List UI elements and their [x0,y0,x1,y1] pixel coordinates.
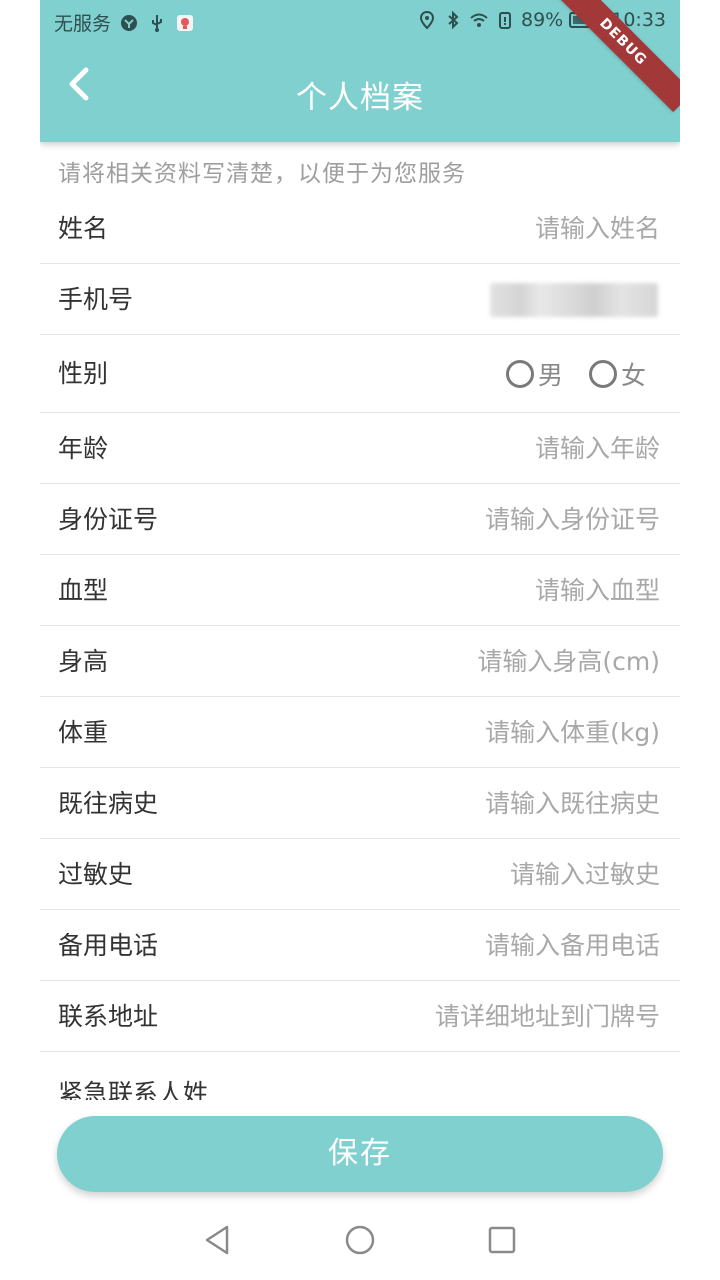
allergy-history-input[interactable] [300,852,660,896]
system-nav-bar [40,1200,680,1280]
allergy-history-label: 过敏史 [58,860,134,889]
row-height: 身高 [40,626,680,697]
row-name: 姓名 [40,193,680,264]
emergency-contact-label: 紧急联系人姓 [58,1079,209,1100]
nav-recent-button[interactable] [482,1220,522,1260]
wifi-icon [469,10,489,30]
battery-saver-icon [495,10,515,30]
gender-female-label: 女 [620,361,646,390]
gender-female-option[interactable]: 女 [588,356,646,392]
row-medical-history: 既往病史 [40,768,680,839]
location-icon [417,10,437,30]
row-emergency-contact: 紧急联系人姓 [40,1052,680,1100]
height-label: 身高 [58,647,109,676]
bluetooth-icon [443,10,463,30]
app-bar: 无服务 89% 10:33 个人档案 DEBUG [40,0,680,142]
square-recent-icon [488,1226,516,1254]
radio-circle-icon[interactable] [505,360,534,388]
row-age: 年龄 [40,413,680,484]
weight-input[interactable] [300,710,660,754]
gender-male-option[interactable]: 男 [505,356,563,392]
address-input[interactable] [260,994,660,1038]
triangle-back-icon [205,1225,229,1255]
row-backup-phone: 备用电话 [40,910,680,981]
backup-phone-label: 备用电话 [58,931,159,960]
nav-back-button[interactable] [198,1220,238,1260]
nav-home-button[interactable] [340,1220,380,1260]
age-label: 年龄 [58,434,109,463]
blood-type-input[interactable] [300,568,660,612]
row-weight: 体重 [40,697,680,768]
intro-text: 请将相关资料写清楚，以便于为您服务 [58,161,466,187]
phone-label: 手机号 [58,285,134,314]
network-icon [119,13,139,33]
address-label: 联系地址 [58,1002,159,1031]
battery-percent: 89% [521,9,564,31]
medical-history-label: 既往病史 [58,789,159,818]
id-number-input[interactable] [300,497,660,541]
height-input[interactable] [300,639,660,683]
name-label: 姓名 [58,214,109,243]
phone-value-blurred [490,283,658,317]
row-gender: 性别 男 女 [40,335,680,413]
id-number-label: 身份证号 [58,505,159,534]
profile-form: 姓名 手机号 性别 男 女 年龄 身份 [40,193,680,1100]
gender-label: 性别 [58,359,109,388]
app-notification-icon [175,13,195,33]
backup-phone-input[interactable] [300,923,660,967]
medical-history-input[interactable] [300,781,660,825]
row-allergy-history: 过敏史 [40,839,680,910]
blood-type-label: 血型 [58,576,109,605]
app-screen: 无服务 89% 10:33 个人档案 DEBUG 请将相关资料写清楚，以便于为您… [40,0,680,1280]
row-phone: 手机号 [40,264,680,335]
row-blood-type: 血型 [40,555,680,626]
weight-label: 体重 [58,718,109,747]
radio-circle-icon[interactable] [588,360,617,388]
save-button[interactable]: 保存 [57,1116,663,1192]
gender-options: 男 女 [505,335,646,413]
carrier-text: 无服务 [54,13,112,35]
row-address: 联系地址 [40,981,680,1052]
age-input[interactable] [300,426,660,470]
status-left: 无服务 [54,9,195,36]
name-input[interactable] [300,206,660,250]
usb-icon [147,13,167,33]
gender-male-label: 男 [537,361,563,390]
page-title: 个人档案 [296,80,424,116]
row-id-number: 身份证号 [40,484,680,555]
circle-home-icon [345,1225,375,1255]
